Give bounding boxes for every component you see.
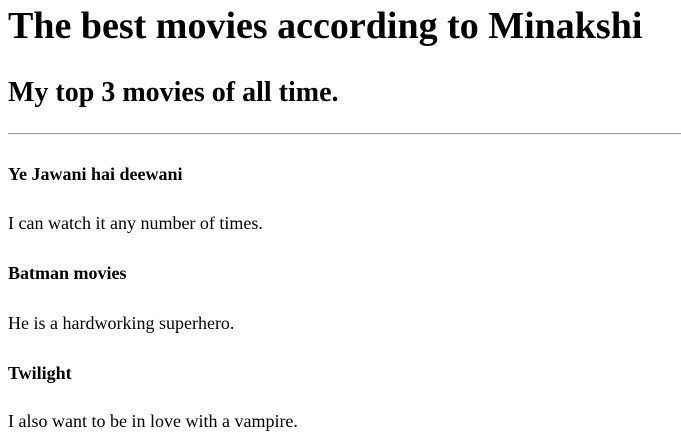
movie-title: Twilight: [8, 363, 72, 383]
horizontal-divider: [8, 133, 681, 135]
movie-note: I also want to be in love with a vampire…: [8, 411, 298, 431]
movie-title: Batman movies: [8, 263, 127, 283]
page-subtitle: My top 3 movies of all time.: [8, 77, 339, 108]
movie-note: I can watch it any number of times.: [8, 213, 263, 233]
movie-title: Ye Jawani hai deewani: [8, 164, 183, 184]
movie-note: He is a hardworking superhero.: [8, 313, 235, 333]
page-title: The best movies according to Minakshi: [8, 5, 643, 47]
